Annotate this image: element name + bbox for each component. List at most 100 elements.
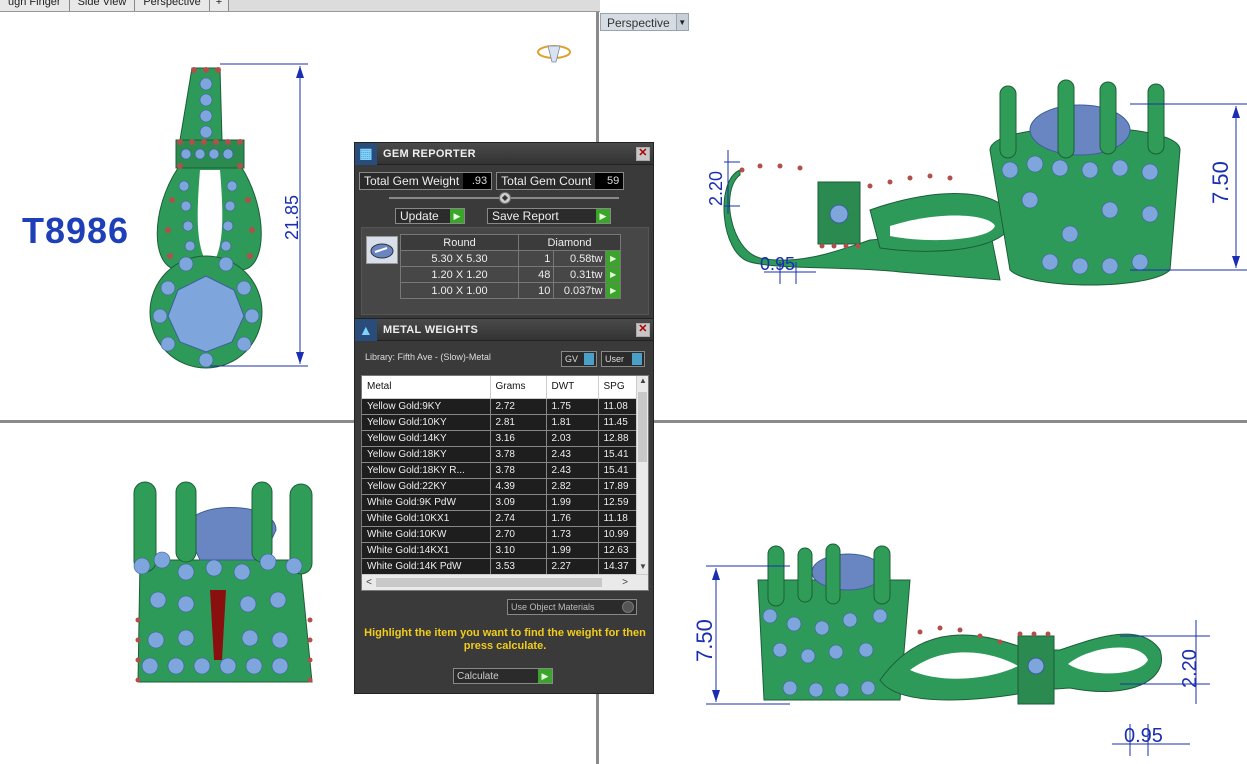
save-report-label: Save Report [492, 209, 559, 223]
user-toggle[interactable]: User [601, 351, 645, 367]
metal-cell-dwt: 1.75 [546, 398, 599, 415]
metal-cell-spg: 17.89 [598, 478, 639, 495]
dim-lower-left-height: 7.50 [692, 619, 717, 662]
gem-row[interactable]: 5.30 X 5.30 1 0.58tw ▶ [400, 250, 621, 267]
slider-knob[interactable]: ◆ [499, 192, 511, 204]
gem-weight: 0.31tw [553, 266, 607, 283]
ring-view-icon[interactable] [537, 45, 571, 63]
metal-cell-grams: 2.81 [490, 414, 547, 431]
metal-cell-grams: 3.78 [490, 462, 547, 479]
metal-cell-dwt: 2.03 [546, 430, 599, 447]
gem-size: 1.00 X 1.00 [400, 282, 519, 299]
metal-cell-dwt: 1.73 [546, 526, 599, 543]
vertical-scrollbar[interactable]: ▲ ▼ [636, 376, 648, 576]
model-code-label: T8986 [22, 210, 130, 251]
metal-cell-dwt: 1.76 [546, 510, 599, 527]
metal-cell-dwt: 2.43 [546, 462, 599, 479]
metal-cell-metal: White Gold:9K PdW [362, 494, 491, 511]
metal-weights-titlebar[interactable]: ▲ METAL WEIGHTS ✕ [355, 318, 653, 341]
round-gem-icon [366, 236, 398, 264]
scroll-left-icon[interactable]: < [362, 575, 376, 590]
metal-cell-spg: 11.18 [598, 510, 639, 527]
calculate-button[interactable]: Calculate ▶ [453, 668, 553, 684]
metal-row[interactable]: White Gold:10KW 2.70 1.73 10.99 [362, 526, 639, 543]
scroll-thumb[interactable] [638, 392, 647, 462]
metal-row[interactable]: Yellow Gold:22KY 4.39 2.82 17.89 [362, 478, 639, 495]
metal-cell-grams: 3.16 [490, 430, 547, 447]
close-icon[interactable]: ✕ [636, 146, 650, 161]
metal-cell-metal: Yellow Gold:10KY [362, 414, 491, 431]
gem-weight: 0.58tw [553, 250, 607, 267]
metal-cell-spg: 14.37 [598, 558, 639, 575]
metal-row[interactable]: White Gold:9K PdW 3.09 1.99 12.59 [362, 494, 639, 511]
gem-reporter-titlebar[interactable]: ▦ GEM REPORTER ✕ [355, 142, 653, 165]
spg-column-header[interactable]: SPG [598, 376, 639, 399]
metal-cell-metal: White Gold:14KX1 [362, 542, 491, 559]
perspective-view-menu[interactable]: Perspective ▼ [600, 13, 689, 31]
gem-row[interactable]: 1.00 X 1.00 10 0.037tw ▶ [400, 282, 621, 299]
save-report-button[interactable]: Save Report ▶ [487, 208, 611, 224]
toggle-indicator-icon [632, 353, 642, 365]
dim-front-height: 21.85 [282, 195, 302, 240]
gem-weight: 0.037tw [553, 282, 607, 299]
grams-column-header[interactable]: Grams [490, 376, 547, 399]
gem-reporter-title: GEM REPORTER [383, 147, 476, 160]
metal-cell-metal: White Gold:10KW [362, 526, 491, 543]
horizontal-scrollbar[interactable]: < > [362, 574, 648, 590]
metal-cell-spg: 15.41 [598, 462, 639, 479]
gem-row[interactable]: 1.20 X 1.20 48 0.31tw ▶ [400, 266, 621, 283]
metal-row[interactable]: Yellow Gold:18KY R... 3.78 2.43 15.41 [362, 462, 639, 479]
dwt-column-header[interactable]: DWT [546, 376, 599, 399]
gem-size: 5.30 X 5.30 [400, 250, 519, 267]
metal-cell-metal: White Gold:14K PdW [362, 558, 491, 575]
total-gem-weight-box: Total Gem Weight .93 [359, 172, 493, 190]
metal-row[interactable]: White Gold:14KX1 3.10 1.99 12.63 [362, 542, 639, 559]
gv-label: GV [565, 354, 579, 364]
metal-row[interactable]: White Gold:14K PdW 3.53 2.27 14.37 [362, 558, 639, 575]
metal-row[interactable]: Yellow Gold:14KY 3.16 2.03 12.88 [362, 430, 639, 447]
update-button[interactable]: Update ▶ [395, 208, 465, 224]
scroll-right-icon[interactable]: > [618, 575, 632, 590]
scroll-up-icon[interactable]: ▲ [637, 376, 648, 390]
calculate-hint: Highlight the item you want to find the … [364, 627, 646, 652]
use-object-materials-label: Use Object Materials [511, 602, 595, 612]
gem-count: 48 [517, 266, 555, 283]
chevron-down-icon[interactable]: ▼ [676, 13, 689, 31]
metal-column-header[interactable]: Metal [362, 376, 491, 399]
dim-lower-right: 2.20 [1179, 649, 1201, 688]
metal-row[interactable]: Yellow Gold:9KY 2.72 1.75 11.08 [362, 398, 639, 415]
metal-cell-grams: 3.78 [490, 446, 547, 463]
use-object-materials-toggle[interactable]: Use Object Materials [507, 599, 637, 615]
dim-right-height: 7.50 [1208, 161, 1233, 204]
gem-table-grid: Round Diamond 5.30 X 5.30 1 0.58tw ▶ 1.2… [400, 234, 621, 299]
metal-row[interactable]: Yellow Gold:18KY 3.78 2.43 15.41 [362, 446, 639, 463]
scroll-thumb[interactable] [376, 578, 602, 587]
metal-cell-dwt: 1.99 [546, 494, 599, 511]
play-arrow-icon[interactable]: ▶ [605, 250, 621, 267]
metal-weight-icon: ▲ [355, 318, 377, 341]
play-arrow-icon: ▶ [596, 209, 610, 223]
total-gem-count-value: 59 [595, 173, 624, 189]
metal-row[interactable]: White Gold:10KX1 2.74 1.76 11.18 [362, 510, 639, 527]
metal-cell-metal: Yellow Gold:22KY [362, 478, 491, 495]
play-arrow-icon[interactable]: ▶ [605, 266, 621, 283]
metal-cell-grams: 3.09 [490, 494, 547, 511]
perspective-view-pendant [723, 79, 1247, 286]
gem-count: 1 [517, 250, 555, 267]
gv-toggle[interactable]: GV [561, 351, 597, 367]
metal-cell-grams: 4.39 [490, 478, 547, 495]
metal-cell-spg: 11.08 [598, 398, 639, 415]
metal-cell-metal: Yellow Gold:14KY [362, 430, 491, 447]
play-arrow-icon[interactable]: ▶ [605, 282, 621, 299]
close-icon[interactable]: ✕ [636, 322, 650, 337]
toggle-indicator-icon [584, 353, 594, 365]
metal-weights-title: METAL WEIGHTS [383, 323, 479, 336]
metal-weights-table[interactable]: Metal Grams DWT SPG Yellow Gold:9KY 2.72 1… [361, 375, 649, 591]
metal-row[interactable]: Yellow Gold:10KY 2.81 1.81 11.45 [362, 414, 639, 431]
play-arrow-icon: ▶ [450, 209, 464, 223]
gem-reporter-slider[interactable]: ◆ [389, 192, 619, 204]
radio-icon[interactable] [622, 601, 634, 613]
cad-workspace: ugh Finger Side View Perspective + 21.85… [0, 0, 1247, 764]
metal-cell-dwt: 2.43 [546, 446, 599, 463]
metal-cell-grams: 3.53 [490, 558, 547, 575]
